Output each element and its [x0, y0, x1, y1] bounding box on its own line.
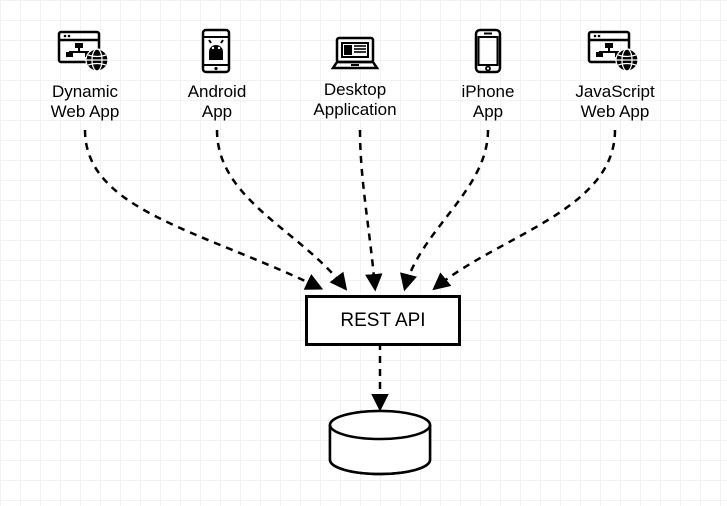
client-label-line1: iPhone — [462, 82, 515, 101]
client-label-line2: App — [473, 102, 503, 121]
client-iphone-app: iPhone App — [438, 28, 538, 122]
browser-globe-icon — [550, 28, 680, 76]
client-label-line1: Dynamic — [52, 82, 118, 101]
iphone-icon — [438, 28, 538, 76]
client-label-line1: JavaScript — [575, 82, 654, 101]
client-label-line1: Android — [188, 82, 247, 101]
client-javascript-web-app: JavaScript Web App — [550, 28, 680, 122]
client-label-line2: Web App — [581, 102, 650, 121]
android-phone-icon — [162, 28, 272, 76]
client-android-app: Android App — [162, 28, 272, 122]
rest-api-label: REST API — [340, 310, 425, 332]
database-label: Database — [344, 440, 417, 460]
browser-globe-icon — [25, 28, 145, 76]
rest-api-box: REST API — [305, 295, 461, 346]
client-dynamic-web-app: Dynamic Web App — [25, 28, 145, 122]
laptop-icon — [290, 32, 420, 74]
client-label-line2: Application — [313, 100, 396, 119]
client-label-line2: Web App — [51, 102, 120, 121]
client-label-line1: Desktop — [324, 80, 386, 99]
client-label-line2: App — [202, 102, 232, 121]
client-desktop-app: Desktop Application — [290, 32, 420, 120]
